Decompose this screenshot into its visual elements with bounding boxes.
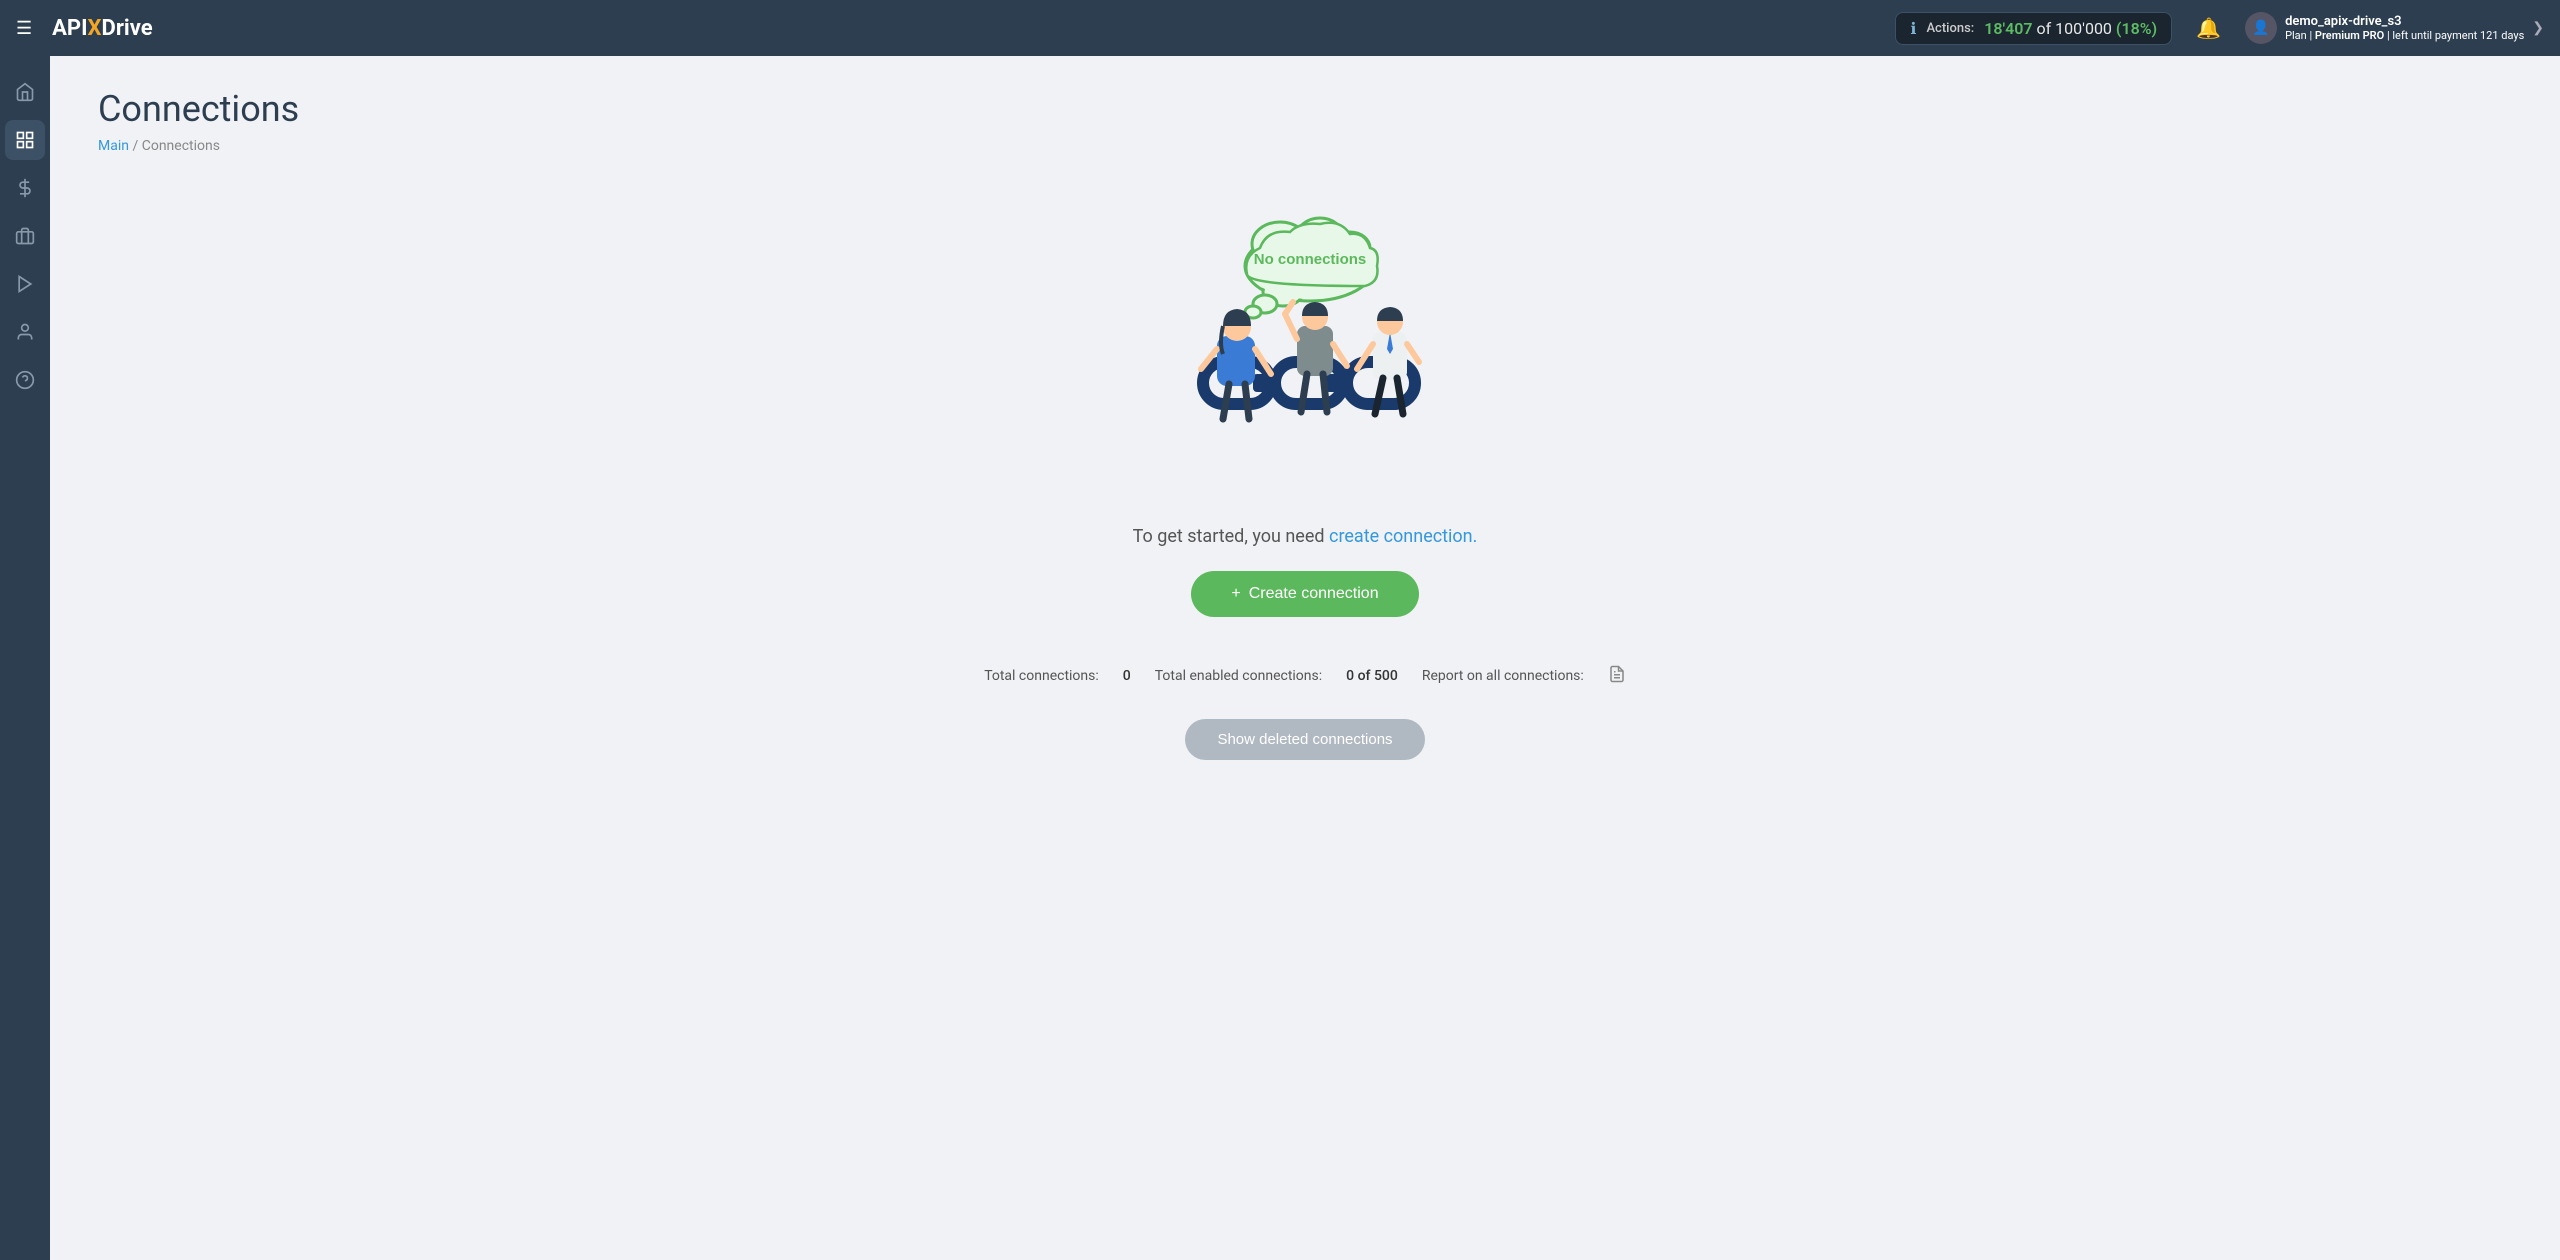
actions-label: Actions: (1926, 21, 1974, 36)
stats-row: Total connections: 0 Total enabled conne… (984, 665, 1626, 687)
svg-text:No connections: No connections (1254, 251, 1367, 268)
sidebar-item-billing[interactable] (5, 168, 45, 208)
layout: Connections Main / Connections (0, 56, 2560, 1260)
create-connection-label: Create connection (1249, 585, 1379, 603)
total-connections-value: 0 (1123, 668, 1131, 684)
cta-text: To get started, you need create connecti… (1133, 526, 1478, 547)
sidebar-item-help[interactable] (5, 360, 45, 400)
user-section[interactable]: 👤 demo_apix-drive_s3 Plan | Premium PRO … (2245, 12, 2544, 44)
chevron-down-icon: ❯ (2532, 20, 2544, 36)
header: ☰ APIXDrive ℹ Actions: 18'407 of 100'000… (0, 0, 2560, 56)
breadcrumb-main[interactable]: Main (98, 138, 129, 154)
plus-icon: + (1231, 585, 1240, 603)
menu-icon[interactable]: ☰ (16, 18, 32, 39)
report-label: Report on all connections: (1422, 668, 1584, 684)
main-content: Connections Main / Connections (50, 56, 2560, 1260)
breadcrumb-current: Connections (142, 138, 220, 154)
user-info: demo_apix-drive_s3 Plan | Premium PRO | … (2285, 14, 2524, 42)
actions-used: 18'407 (1984, 19, 2032, 38)
sidebar (0, 56, 50, 1260)
sidebar-item-integrations[interactable] (5, 216, 45, 256)
logo-drive: Drive (102, 16, 153, 41)
notification-icon[interactable]: 🔔 (2196, 16, 2221, 40)
logo: APIXDrive (52, 16, 152, 41)
actions-values: 18'407 of 100'000 (18%) (1984, 19, 2157, 38)
avatar: 👤 (2245, 12, 2277, 44)
create-connection-link[interactable]: create connection. (1329, 526, 1477, 547)
total-enabled-value: 0 of 500 (1346, 668, 1398, 684)
logo-x: X (88, 16, 102, 41)
actions-pct: (18%) (2116, 19, 2157, 38)
actions-total: 100'000 (2055, 19, 2112, 38)
sidebar-item-connections[interactable] (5, 120, 45, 160)
breadcrumb: Main / Connections (98, 138, 2512, 154)
total-enabled-label: Total enabled connections: (1155, 668, 1322, 684)
sidebar-item-home[interactable] (5, 72, 45, 112)
info-icon: ℹ (1910, 19, 1916, 38)
page-title: Connections (98, 88, 2512, 130)
actions-of: of (2037, 19, 2052, 38)
show-deleted-connections-button[interactable]: Show deleted connections (1185, 719, 1424, 760)
no-connections-illustration: No connections (1135, 214, 1475, 494)
center-content: No connections (98, 194, 2512, 780)
user-name: demo_apix-drive_s3 (2285, 14, 2524, 29)
total-connections-label: Total connections: (984, 668, 1099, 684)
user-plan: Plan | Premium PRO | left until payment … (2285, 29, 2524, 42)
logo-api: API (52, 16, 87, 41)
sidebar-item-media[interactable] (5, 264, 45, 304)
actions-badge: ℹ Actions: 18'407 of 100'000 (18%) (1895, 12, 2172, 45)
create-connection-button[interactable]: + Create connection (1191, 571, 1418, 617)
sidebar-item-profile[interactable] (5, 312, 45, 352)
report-icon[interactable] (1608, 665, 1626, 687)
